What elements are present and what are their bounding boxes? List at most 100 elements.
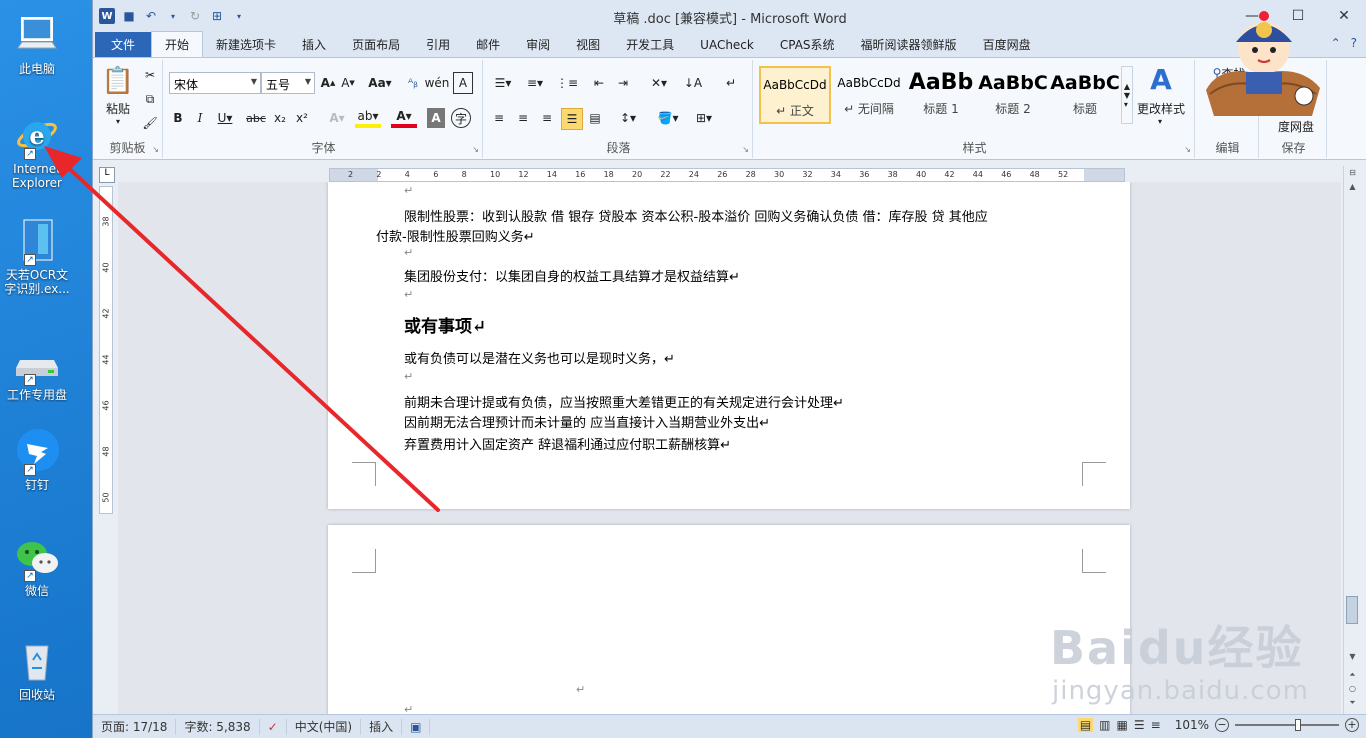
format-painter-icon[interactable]: 🖌 xyxy=(141,114,159,132)
copy-icon[interactable]: ⧉ xyxy=(141,90,159,108)
redo-icon[interactable]: ↻ xyxy=(187,8,203,24)
tab-mailings[interactable]: 邮件 xyxy=(463,32,513,57)
change-styles-icon[interactable]: A xyxy=(1139,63,1183,96)
desktop-icon-internet-explorer[interactable]: e ↗ Internet Explorer xyxy=(0,112,74,190)
style-title[interactable]: AaBbC 标题 xyxy=(1049,66,1121,124)
distributed-icon[interactable]: ▤ xyxy=(585,108,605,128)
strikethrough-icon[interactable]: abc xyxy=(245,108,267,128)
dialog-launcher-icon[interactable]: ↘ xyxy=(1184,145,1191,154)
desktop-icon-recycle-bin[interactable]: 回收站 xyxy=(0,638,74,702)
change-case-icon[interactable]: Aa▾ xyxy=(367,72,393,94)
desktop-icon-work-disk[interactable]: ↗ 工作专用盘 xyxy=(0,338,74,402)
scroll-down-icon[interactable]: ▼ xyxy=(1346,652,1359,665)
vertical-ruler[interactable]: 38 40 42 44 46 48 50 xyxy=(99,186,113,514)
undo-icon[interactable]: ↶ xyxy=(143,8,159,24)
view-web-layout-icon[interactable]: ▦ xyxy=(1117,718,1128,732)
tab-cpas[interactable]: CPAS系统 xyxy=(767,32,848,57)
view-draft-icon[interactable]: ≡ xyxy=(1151,718,1161,732)
tab-baidu-netdisk[interactable]: 百度网盘 xyxy=(970,32,1044,57)
dialog-launcher-icon[interactable]: ↘ xyxy=(152,145,159,154)
superscript-icon[interactable]: x² xyxy=(293,108,311,128)
text-effects-icon[interactable]: A▾ xyxy=(325,108,349,128)
baidu-netdisk-save-button[interactable]: 度网盘 xyxy=(1271,118,1321,134)
view-outline-icon[interactable]: ☰ xyxy=(1134,718,1145,732)
tab-review[interactable]: 审阅 xyxy=(513,32,563,57)
scroll-up-icon[interactable]: ▲ xyxy=(1346,182,1359,195)
dialog-launcher-icon[interactable]: ↘ xyxy=(472,145,479,154)
zoom-out-icon[interactable]: − xyxy=(1215,718,1229,732)
customize-qat-icon[interactable]: ▾ xyxy=(231,8,247,24)
change-styles-button[interactable]: 更改样式 xyxy=(1133,100,1189,116)
cut-icon[interactable]: ✂ xyxy=(141,66,159,84)
italic-icon[interactable]: I xyxy=(191,108,209,128)
zoom-slider[interactable] xyxy=(1235,719,1339,731)
macro-record-icon[interactable]: ▣ xyxy=(402,718,431,735)
sort-icon[interactable]: ↓A xyxy=(683,72,703,94)
phonetic-guide-icon[interactable]: wén xyxy=(425,72,450,94)
desktop-icon-dingtalk[interactable]: ↗ 钉钉 xyxy=(0,428,74,492)
borders-icon[interactable]: ⊞▾ xyxy=(691,108,717,128)
insert-mode[interactable]: 插入 xyxy=(361,718,403,735)
proofing-icon[interactable]: ✓ xyxy=(260,718,287,735)
vertical-scrollbar[interactable]: ⊟ ▲ ▼ ⏶ ○ ⏷ xyxy=(1343,166,1360,714)
decrease-indent-icon[interactable]: ⇤ xyxy=(589,72,609,94)
style-no-spacing[interactable]: AaBbCcDd ↵ 无间隔 xyxy=(833,66,905,124)
increase-indent-icon[interactable]: ⇥ xyxy=(613,72,633,94)
ruler-toggle-icon[interactable]: ⊟ xyxy=(1346,168,1359,181)
grow-font-icon[interactable]: A ▲ xyxy=(319,72,337,94)
scroll-thumb[interactable] xyxy=(1346,596,1358,624)
multilevel-list-icon[interactable]: ⋮≡ xyxy=(553,72,581,94)
font-size-select[interactable]: 五号 ▼ xyxy=(261,72,315,94)
horizontal-ruler[interactable]: 2 2 4 6 8 10 12 14 16 18 20 22 24 26 28 30 32 34 36 38 40 42 4… xyxy=(329,168,1125,182)
align-left-icon[interactable]: ≡ xyxy=(489,108,509,128)
tab-selector[interactable]: L xyxy=(99,167,115,183)
tab-page-layout[interactable]: 页面布局 xyxy=(339,32,413,57)
close-button[interactable]: ✕ xyxy=(1321,0,1366,32)
char-border-icon[interactable]: A xyxy=(453,72,473,94)
zoom-slider-knob[interactable] xyxy=(1295,719,1301,731)
tab-insert[interactable]: 插入 xyxy=(289,32,339,57)
style-heading-1[interactable]: AaBb 标题 1 xyxy=(905,66,977,124)
chinese-layout-icon[interactable]: ✕▾ xyxy=(645,72,673,94)
document-page[interactable]: ↵ ↵ xyxy=(328,525,1130,714)
view-full-screen-icon[interactable]: ▥ xyxy=(1099,718,1110,732)
bullets-icon[interactable]: ☰▾ xyxy=(489,72,517,94)
undo-dropdown-icon[interactable]: ▾ xyxy=(165,8,181,24)
word-count[interactable]: 字数: 5,838 xyxy=(176,718,260,735)
font-color-icon[interactable]: A▾ xyxy=(391,108,417,128)
language-indicator[interactable]: 中文(中国) xyxy=(287,718,362,735)
line-spacing-icon[interactable]: ↕▾ xyxy=(615,108,641,128)
paste-icon[interactable]: 📋 xyxy=(101,64,135,98)
bold-icon[interactable]: B xyxy=(169,108,187,128)
numbering-icon[interactable]: ≡▾ xyxy=(521,72,549,94)
previous-page-icon[interactable]: ⏶ xyxy=(1346,670,1359,683)
tab-developer[interactable]: 开发工具 xyxy=(613,32,687,57)
style-heading-2[interactable]: AaBbC 标题 2 xyxy=(977,66,1049,124)
collapse-ribbon-icon[interactable]: ⌃ xyxy=(1331,36,1341,50)
tab-foxit[interactable]: 福昕阅读器领鲜版 xyxy=(848,32,970,57)
styles-scroll[interactable]: ▲ ▼ ▾ xyxy=(1121,66,1133,124)
paste-button[interactable]: 粘贴 xyxy=(97,100,139,116)
clear-format-icon[interactable]: ᴬᵦ xyxy=(403,72,423,94)
zoom-in-icon[interactable]: + xyxy=(1345,718,1359,732)
desktop-icon-this-pc[interactable]: 此电脑 xyxy=(0,12,74,76)
desktop-icon-tianruo-ocr[interactable]: ↗ 天若OCR文字识别.ex... xyxy=(0,218,74,296)
document-page[interactable]: ↵ 限制性股票：收到认股款 借 银存 贷股本 资本公积-股本溢价 回购义务确认负债… xyxy=(328,182,1130,509)
dialog-launcher-icon[interactable]: ↘ xyxy=(742,145,749,154)
paste-dropdown-icon[interactable]: ▾ xyxy=(111,116,125,126)
tab-home[interactable]: 开始 xyxy=(151,31,204,57)
next-page-icon[interactable]: ⏷ xyxy=(1346,698,1359,711)
tab-references[interactable]: 引用 xyxy=(413,32,463,57)
tab-file[interactable]: 文件 xyxy=(95,32,152,57)
subscript-icon[interactable]: x₂ xyxy=(271,108,289,128)
show-marks-icon[interactable]: ↵ xyxy=(721,72,741,94)
view-print-layout-icon[interactable]: ▤ xyxy=(1077,718,1094,732)
sitemap-icon[interactable]: ⊞ xyxy=(209,8,225,24)
tab-uacheck[interactable]: UACheck xyxy=(687,32,767,57)
desktop-icon-wechat[interactable]: ↗ 微信 xyxy=(0,534,74,598)
style-normal[interactable]: AaBbCcDd ↵ 正文 xyxy=(759,66,831,124)
zoom-level[interactable]: 101% xyxy=(1175,718,1209,732)
char-shading-icon[interactable]: A xyxy=(427,108,445,128)
align-right-icon[interactable]: ≡ xyxy=(537,108,557,128)
page-count[interactable]: 页面: 17/18 xyxy=(93,718,177,735)
